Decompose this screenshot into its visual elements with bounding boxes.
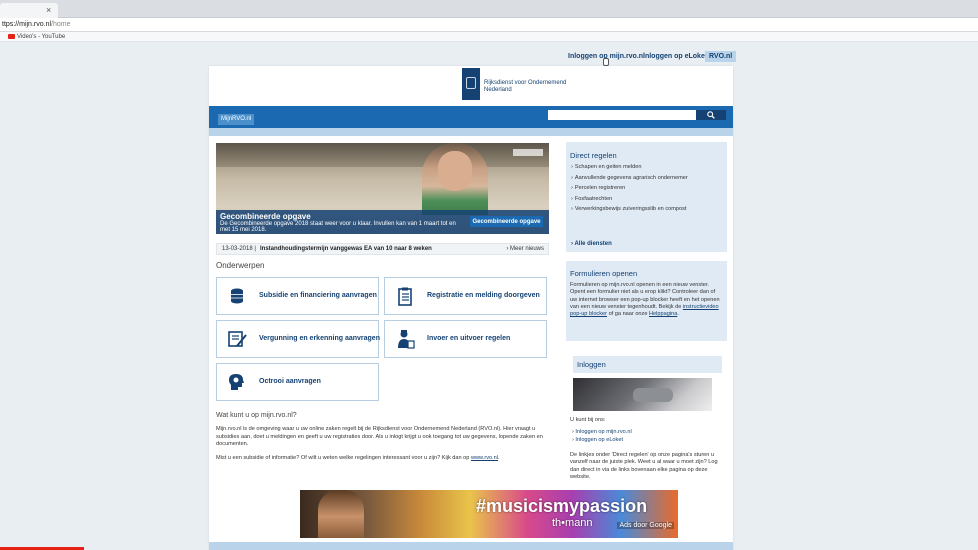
login-link-mijn-rvo[interactable]: › Inloggen op mijn.rvo.nl [572, 429, 725, 436]
search-button[interactable] [696, 110, 726, 120]
topic-label: Invoer en uitvoer regelen [427, 335, 511, 342]
login-text: De linkjes onder 'Direct regelen' op onz… [570, 452, 718, 480]
ad-brand: th•mann [552, 517, 593, 529]
formulieren-title: Formulieren openen [570, 269, 638, 278]
topic-invoer-uitvoer[interactable]: Invoer en uitvoer regelen [384, 320, 547, 358]
footer-strip [209, 542, 733, 550]
browser-tab[interactable]: × [0, 3, 58, 18]
rvo-link[interactable]: www.rvo.nl [471, 455, 498, 461]
topic-label: Registratie en melding doorgeven [427, 292, 540, 299]
rijksoverheid-logo-icon[interactable] [462, 68, 480, 100]
certificate-pen-icon [228, 331, 247, 347]
search-icon [707, 111, 715, 119]
help-page-link[interactable]: Helppagina [649, 311, 677, 317]
clipboard-icon [398, 287, 412, 306]
ad-google-label[interactable]: Ads door Google [617, 522, 674, 529]
direct-regelen-box: Direct regelen Schapen en geiten melden … [566, 142, 727, 252]
nav-tab-mijnrvo[interactable]: MijnRVO.nl [218, 114, 255, 125]
bookmarks-bar: Video's - YouTube [0, 32, 978, 42]
toplink-eloket[interactable]: Inloggen op eLoket [643, 53, 707, 60]
direct-link-aanvullende[interactable]: Aanvullende gegevens agrarisch onderneme… [571, 173, 688, 184]
toplink-rvo[interactable]: RVO.nl [705, 51, 737, 62]
more-news-link[interactable]: › Meer nieuws [506, 244, 544, 254]
browser-tab-strip: × [0, 0, 978, 18]
about-paragraph-2: Mist u een subsidie of informatie? Of wi… [216, 455, 500, 461]
topic-subsidie[interactable]: Subsidie en financiering aanvragen [216, 277, 379, 315]
login-header: Inloggen [573, 356, 722, 373]
address-bar[interactable]: ttps://mijn.rvo.nl/home [0, 18, 978, 32]
direct-regelen-title: Direct regelen [570, 151, 617, 160]
farmer-face-image [438, 151, 472, 191]
hero-banner[interactable]: Gecombineerde opgave De Gecombineerde op… [216, 143, 549, 234]
topic-label: Vergunning en erkenning aanvragen [259, 335, 380, 342]
bookmark-youtube[interactable]: Video's - YouTube [17, 34, 65, 40]
direct-link-fosfaat[interactable]: Fosfaatrechten [571, 194, 688, 205]
all-services-link[interactable]: › Alle diensten [571, 241, 612, 247]
google-ad-banner[interactable]: #musicismypassion th•mann Ads door Googl… [300, 490, 678, 538]
ad-person-image [318, 490, 364, 538]
crest-icon [466, 77, 476, 89]
news-headline[interactable]: Instandhoudingstermijn vanggewas EA van … [260, 244, 432, 254]
topics-title: Onderwerpen [216, 261, 265, 270]
barn-image [216, 143, 549, 167]
coins-icon [231, 288, 243, 304]
youtube-icon [8, 34, 15, 39]
hero-caption: Gecombineerde opgave De Gecombineerde op… [216, 210, 549, 234]
topic-label: Octrooi aanvragen [259, 378, 321, 385]
topic-vergunning[interactable]: Vergunning en erkenning aanvragen [216, 320, 380, 358]
topic-octrooi[interactable]: Octrooi aanvragen [216, 363, 379, 401]
hero-title: Gecombineerde opgave [220, 212, 311, 221]
url-host: ttps://mijn.rvo.nl [2, 21, 52, 28]
login-link-eloket[interactable]: › Inloggen op eLoket [572, 437, 725, 444]
direct-link-percelen[interactable]: Percelen registreren [571, 183, 688, 194]
close-tab-icon[interactable]: × [46, 5, 51, 15]
ad-hashtag: #musicismypassion [476, 496, 648, 516]
hero-text: De Gecombineerde opgave 2018 staat weer … [220, 221, 456, 233]
login-card: Inloggen U kunt bij ons: › Inloggen op m… [566, 348, 727, 488]
main-page: Rijksdienst voor Ondernemend Nederland M… [209, 66, 733, 550]
formulieren-text: Formulieren op mijn.rvo.nl openen in een… [570, 282, 720, 318]
search-input[interactable] [548, 110, 696, 120]
formulieren-box: Formulieren openen Formulieren op mijn.r… [566, 261, 727, 341]
direct-link-verwerking[interactable]: Verwerkingsbewijs zuiveringsslib en comp… [571, 204, 688, 215]
url-path: /home [51, 21, 71, 28]
news-date: 13-03-2018 | [222, 246, 256, 252]
topic-registratie[interactable]: Registratie en melding doorgeven [384, 277, 547, 315]
login-title: Inloggen [577, 360, 606, 369]
about-paragraph-1: Mijn.rvo.nl is de omgeving waar u uw onl… [216, 426, 543, 447]
news-bar: 13-03-2018 | Instandhoudingstermijn vang… [216, 243, 549, 255]
logo-text: Rijksdienst voor Ondernemend Nederland [484, 80, 567, 93]
laptop-typing-image [573, 378, 712, 411]
nav-subbar [209, 128, 733, 136]
login-intro: U kunt bij ons: [570, 417, 606, 423]
lightbulb-head-icon [229, 374, 244, 390]
mouse-cursor-icon [603, 58, 609, 66]
customs-officer-icon [398, 330, 415, 349]
navbar: MijnRVO.nl [209, 106, 733, 128]
direct-regelen-list: Schapen en geiten melden Aanvullende geg… [571, 162, 688, 215]
direct-link-schapen[interactable]: Schapen en geiten melden [571, 162, 688, 173]
hero-button[interactable]: Gecombineerde opgave [470, 216, 543, 227]
about-title: Wat kunt u op mijn.rvo.nl? [216, 412, 297, 419]
hand-image [633, 388, 673, 402]
topic-label: Subsidie en financiering aanvragen [259, 292, 377, 299]
carousel-controls[interactable] [513, 149, 543, 156]
